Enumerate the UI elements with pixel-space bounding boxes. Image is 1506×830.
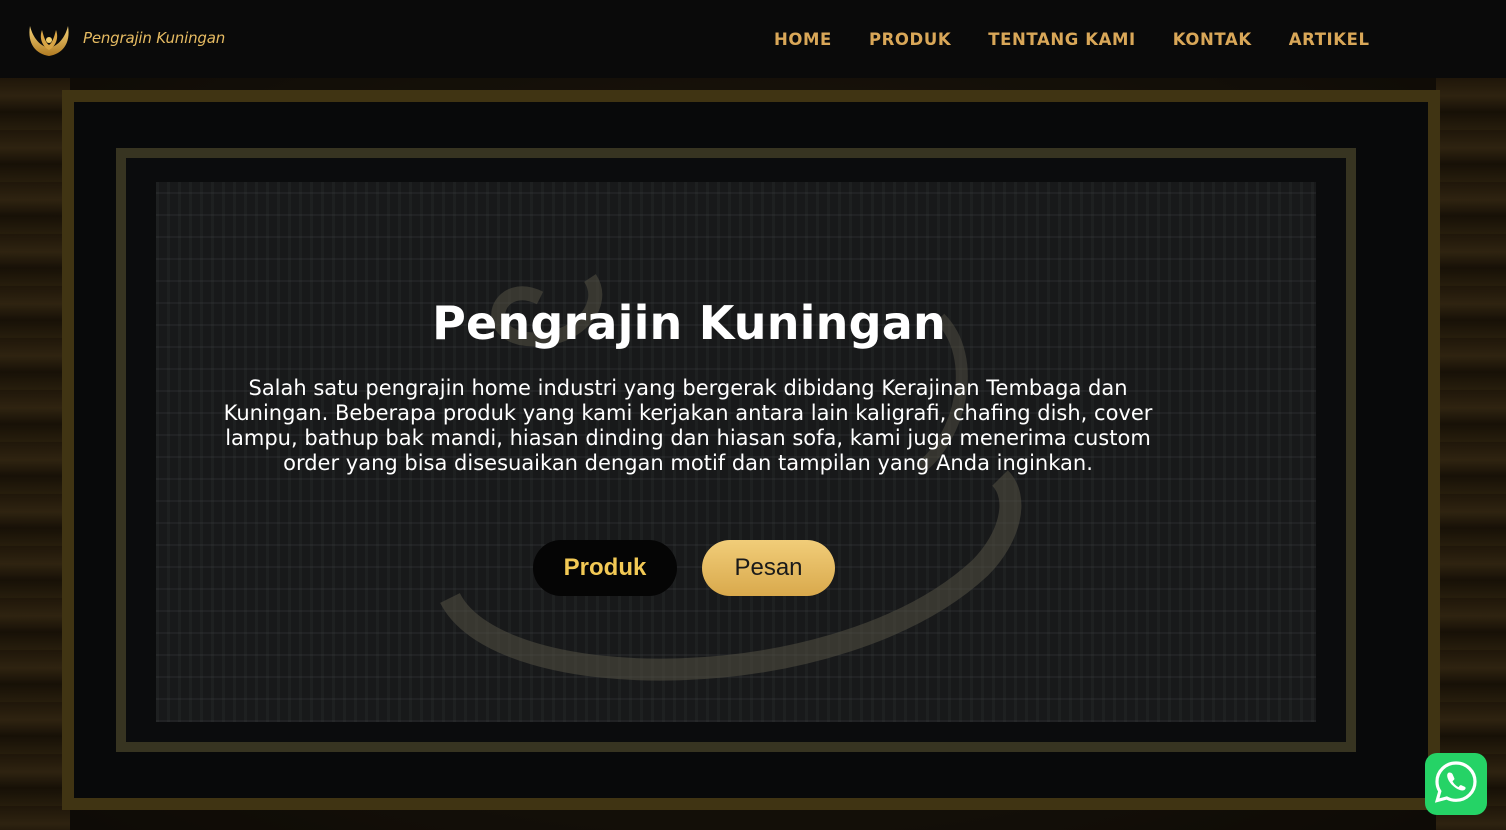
brand-logo[interactable]: Pengrajin Kuningan (24, 14, 225, 62)
whatsapp-icon (1433, 759, 1479, 809)
hero-description: Salah satu pengrajin home industri yang … (223, 376, 1153, 475)
produk-button[interactable]: Produk (533, 540, 677, 596)
main-nav: HOME PRODUK TENTANG KAMI KONTAK ARTIKEL (774, 0, 1370, 78)
hero-buttons: Produk Pesan (533, 540, 835, 596)
hero-title: Pengrajin Kuningan (432, 296, 946, 350)
nav-item-tentang-kami[interactable]: TENTANG KAMI (988, 30, 1136, 49)
nav-item-home[interactable]: HOME (774, 30, 832, 49)
nav-item-artikel[interactable]: ARTIKEL (1289, 30, 1370, 49)
hero-section: Pengrajin Kuningan Salah satu pengrajin … (0, 78, 1506, 830)
pesan-button[interactable]: Pesan (702, 540, 835, 596)
nav-item-kontak[interactable]: KONTAK (1173, 30, 1252, 49)
golden-wings-icon (24, 16, 74, 60)
whatsapp-button[interactable] (1425, 753, 1487, 815)
nav-item-produk[interactable]: PRODUK (869, 30, 951, 49)
top-navbar: Pengrajin Kuningan HOME PRODUK TENTANG K… (0, 0, 1506, 78)
brand-name: Pengrajin Kuningan (83, 29, 226, 47)
